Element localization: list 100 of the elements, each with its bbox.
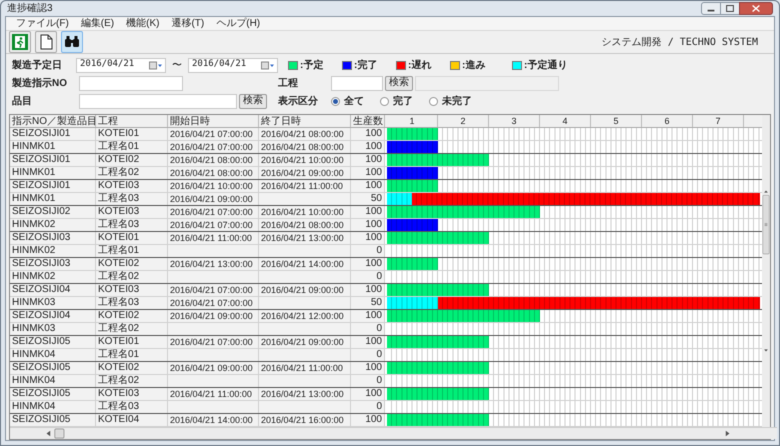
column-header[interactable]: 開始日時 (168, 115, 259, 127)
table-cell: SEIZOSIJI01 (10, 154, 96, 166)
table-cell: 100 (351, 284, 385, 296)
table-cell: HINMK02 (10, 245, 96, 257)
table-cell: 100 (351, 154, 385, 166)
search-button[interactable]: 検索 (239, 94, 267, 108)
table-cell: 100 (351, 414, 385, 426)
table-cell: SEIZOSIJI05 (10, 414, 96, 426)
vertical-scrollbar[interactable] (762, 115, 770, 427)
field-label: 製造予定日 (12, 58, 63, 72)
table-cell: 2016/04/21 10:00:00 (259, 154, 351, 166)
menu-item[interactable]: 機能(K) (126, 18, 160, 30)
radio-option[interactable]: 未完了 (429, 94, 472, 108)
window-title: 進捗確認3 (7, 2, 53, 14)
close-icon[interactable] (739, 2, 773, 15)
table-cell: 工程名02 (96, 271, 168, 283)
date-field[interactable]: 2016/04/21 (76, 58, 166, 72)
table-cell: KOTEI04 (96, 414, 168, 426)
menu-item[interactable]: 編集(E) (80, 18, 114, 30)
table-cell: HINMK01 (10, 193, 96, 205)
table-cell: SEIZOSIJI05 (10, 336, 96, 348)
table-cell: 50 (351, 193, 385, 205)
minimize-icon[interactable] (701, 2, 721, 15)
legend-label: :完了 (354, 58, 378, 72)
column-header[interactable]: 終了日時 (259, 115, 351, 127)
table-cell: SEIZOSIJI04 (10, 284, 96, 296)
hour-header: 7 (693, 115, 744, 127)
field-label: 工程 (278, 76, 299, 90)
table-cell: 2016/04/21 08:00:00 (168, 154, 259, 166)
column-header[interactable]: 生産数 (351, 115, 385, 127)
table-cell: 100 (351, 258, 385, 270)
table-cell: HINMK03 (10, 297, 96, 309)
horizontal-scrollbar[interactable] (10, 427, 777, 439)
radio-option[interactable]: 完了 (380, 94, 413, 108)
table-cell: 2016/04/21 07:00:00 (168, 141, 259, 153)
table-cell: HINMK04 (10, 375, 96, 387)
table-cell: KOTEI02 (96, 362, 168, 374)
binoculars-icon[interactable] (61, 31, 83, 53)
table-cell: 100 (351, 141, 385, 153)
table-cell: 工程名03 (96, 401, 168, 413)
table-cell: 2016/04/21 08:00:00 (259, 141, 351, 153)
maximize-icon[interactable] (721, 2, 739, 15)
table-cell: HINMK02 (10, 219, 96, 231)
table-cell: 工程名02 (96, 323, 168, 335)
hour-header: 5 (591, 115, 642, 127)
exit-door-icon[interactable] (9, 31, 31, 53)
table-cell: 2016/04/21 11:00:00 (259, 362, 351, 374)
menu-item[interactable]: ヘルプ(H) (216, 18, 260, 30)
radio-option[interactable]: 全て (331, 94, 364, 108)
hour-header: 1 (387, 115, 438, 127)
table-cell: KOTEI03 (96, 180, 168, 192)
legend-label: :予定通り (524, 58, 568, 72)
table-cell: KOTEI02 (96, 258, 168, 270)
table-cell: 0 (351, 375, 385, 387)
table-cell: KOTEI01 (96, 336, 168, 348)
table-cell: SEIZOSIJI05 (10, 388, 96, 400)
table-cell: 2016/04/21 10:00:00 (259, 206, 351, 218)
column-header[interactable]: 指示NO／製造品目 (10, 115, 96, 127)
calendar-dropdown-icon[interactable] (149, 60, 163, 70)
table-cell: 工程名03 (96, 219, 168, 231)
table-cell: 2016/04/21 07:00:00 (168, 297, 259, 309)
table-cell: SEIZOSIJI05 (10, 362, 96, 374)
process-field[interactable] (331, 76, 383, 90)
table-cell: 0 (351, 271, 385, 283)
field-label: 表示区分 (278, 94, 319, 108)
menu-item[interactable]: ファイル(F) (16, 18, 69, 30)
item-field[interactable] (79, 94, 237, 108)
search-button[interactable]: 検索 (385, 76, 413, 90)
hour-header: 4 (540, 115, 591, 127)
hour-header: 2 (438, 115, 489, 127)
table-cell: 2016/04/21 08:00:00 (259, 219, 351, 231)
hour-header: 3 (489, 115, 540, 127)
table-cell: 工程名03 (96, 193, 168, 205)
table-cell: 2016/04/21 07:00:00 (168, 128, 259, 140)
table-cell: 工程名01 (96, 141, 168, 153)
table-cell: KOTEI01 (96, 128, 168, 140)
menu-item[interactable]: 遷移(T) (171, 18, 204, 30)
column-header[interactable]: 工程 (96, 115, 168, 127)
table-cell: 0 (351, 349, 385, 361)
table-cell: SEIZOSIJI03 (10, 232, 96, 244)
table-cell: 2016/04/21 07:00:00 (168, 206, 259, 218)
date-field[interactable]: 2016/04/21 (188, 58, 278, 72)
table-cell: 工程名02 (96, 375, 168, 387)
table-cell: SEIZOSIJI03 (10, 258, 96, 270)
table-cell: KOTEI02 (96, 154, 168, 166)
table-cell: 100 (351, 180, 385, 192)
range-separator: 〜 (172, 58, 182, 72)
table-cell: 2016/04/21 14:00:00 (168, 414, 259, 426)
calendar-dropdown-icon[interactable] (261, 60, 275, 70)
document-icon[interactable] (35, 31, 57, 53)
legend-label: :遅れ (408, 58, 432, 72)
table-cell: 2016/04/21 16:00:00 (259, 414, 351, 426)
table-cell: 2016/04/21 12:00:00 (259, 310, 351, 322)
table-cell: HINMK01 (10, 167, 96, 179)
table-cell: KOTEI03 (96, 388, 168, 400)
table-cell: HINMK02 (10, 271, 96, 283)
table-cell: KOTEI03 (96, 284, 168, 296)
order-number-field[interactable] (79, 76, 183, 90)
table-cell: 0 (351, 245, 385, 257)
hour-header: 6 (642, 115, 693, 127)
